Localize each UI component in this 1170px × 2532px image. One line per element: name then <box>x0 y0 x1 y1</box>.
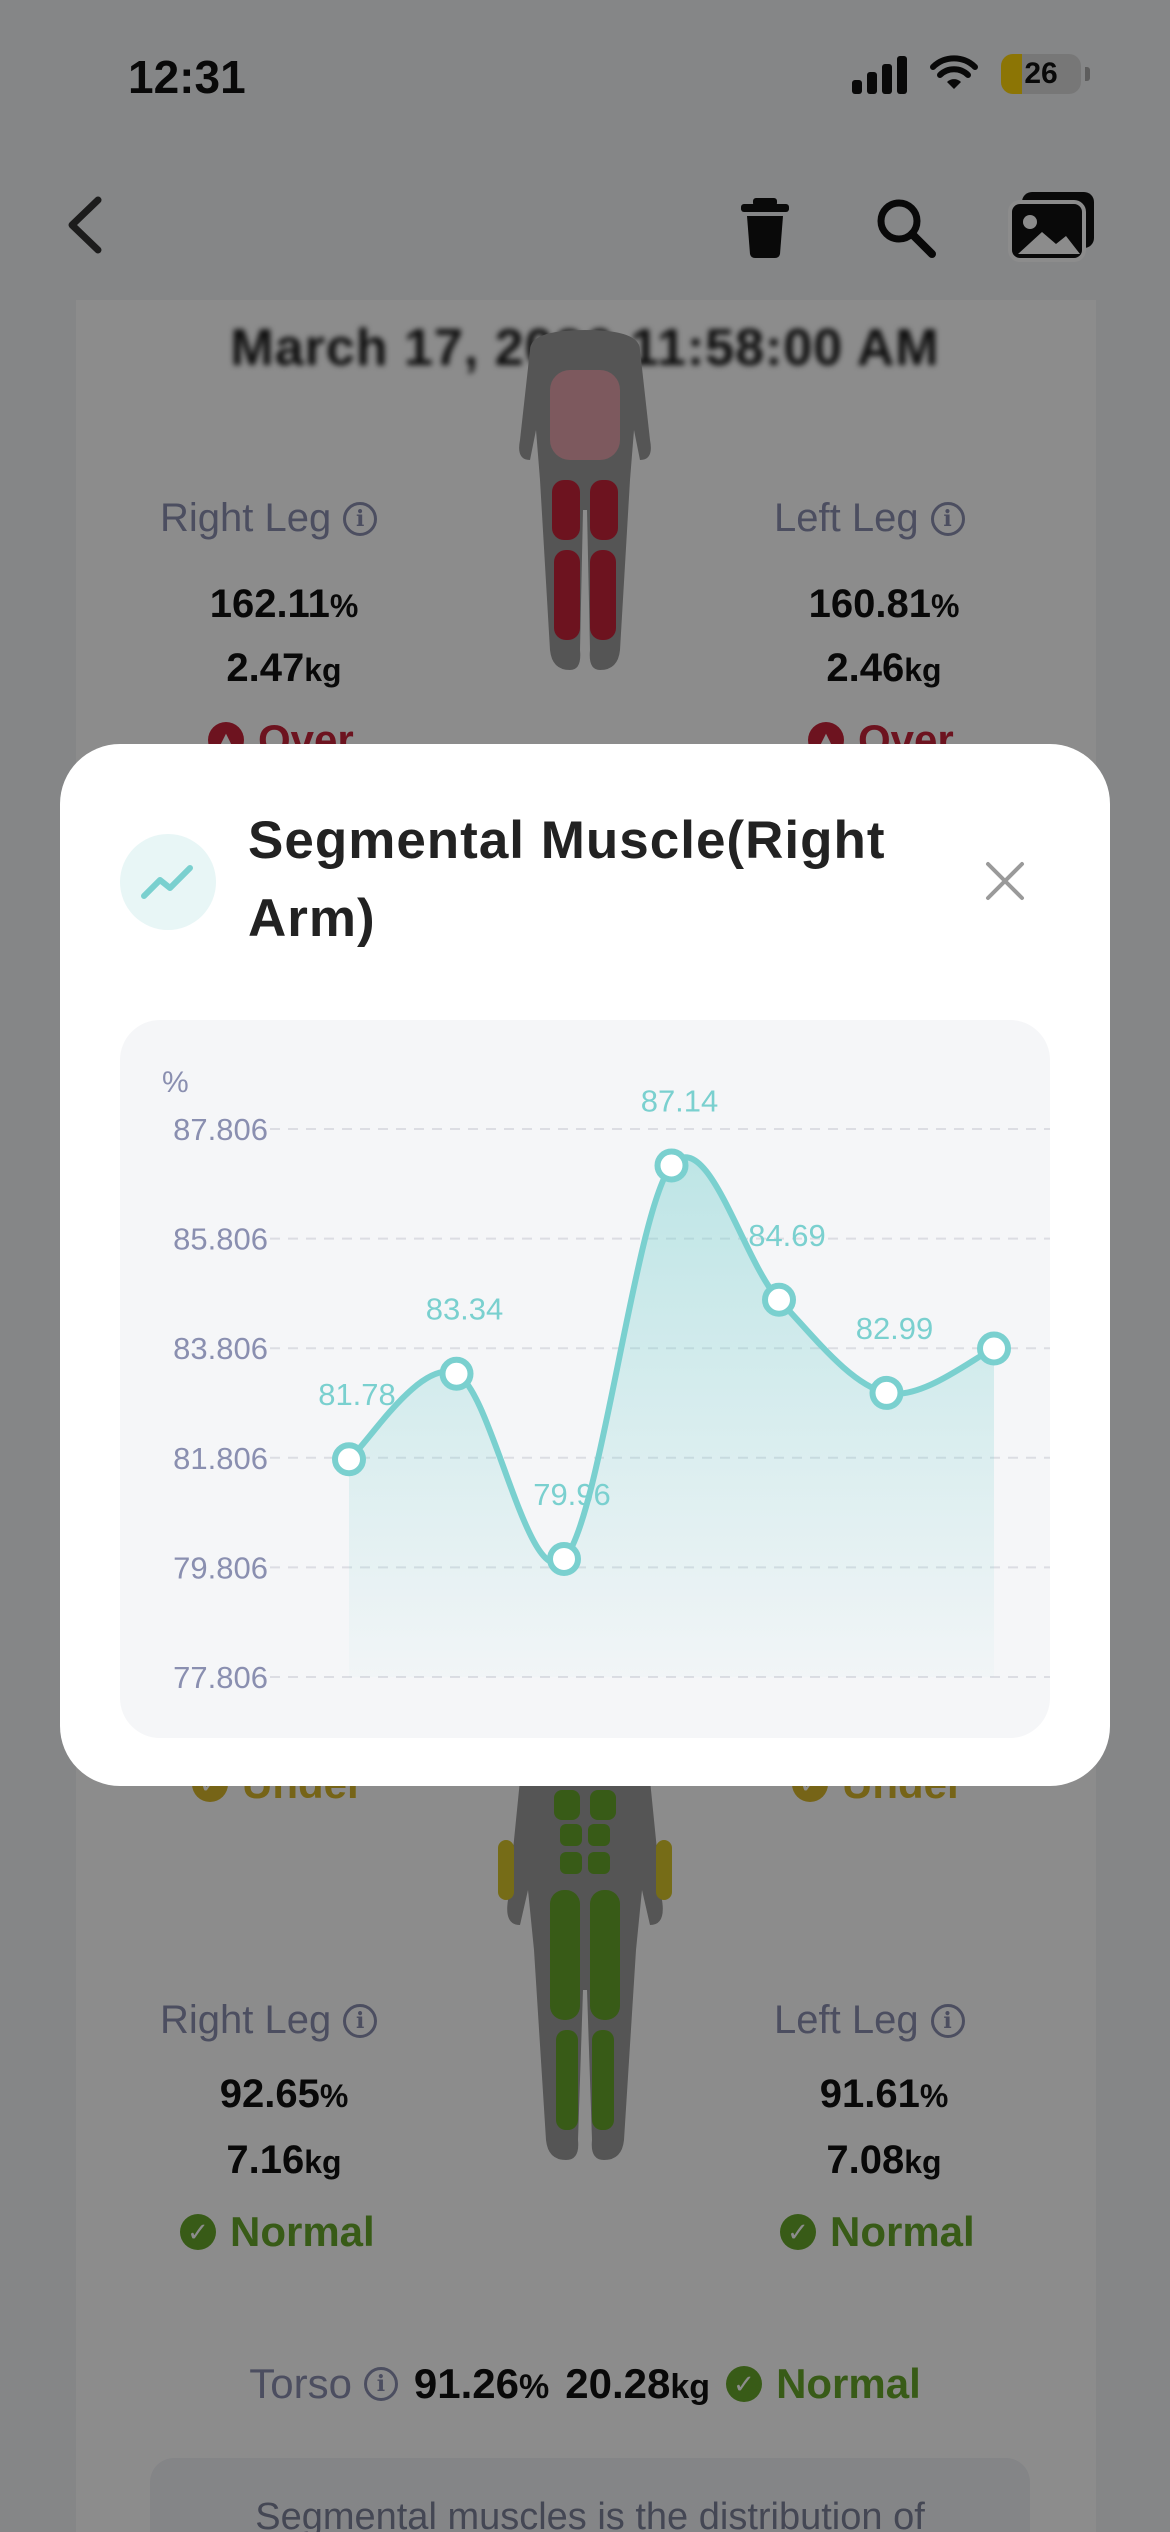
data-point[interactable] <box>977 1331 1011 1366</box>
y-axis-unit: % <box>162 1066 189 1099</box>
y-tick-label: 79.806 <box>173 1550 268 1585</box>
close-icon[interactable] <box>978 854 1032 908</box>
data-label: 87.14 <box>641 1083 719 1118</box>
y-tick-label: 77.806 <box>173 1660 268 1695</box>
y-tick-label: 83.806 <box>173 1331 268 1366</box>
data-point[interactable] <box>547 1541 581 1576</box>
data-point[interactable] <box>654 1148 689 1183</box>
data-label: 82.99 <box>856 1311 934 1346</box>
trend-chart-icon <box>120 834 216 930</box>
y-tick-label: 81.806 <box>173 1441 268 1476</box>
data-label: 79.96 <box>533 1477 611 1512</box>
data-point[interactable] <box>439 1356 474 1391</box>
y-tick-label: 85.806 <box>173 1222 268 1257</box>
data-label: 83.34 <box>426 1292 504 1327</box>
data-label: 81.78 <box>318 1377 396 1412</box>
data-label: 84.69 <box>748 1218 826 1253</box>
data-point[interactable] <box>332 1442 366 1477</box>
y-tick-label: 87.806 <box>173 1112 268 1147</box>
data-point[interactable] <box>762 1282 796 1317</box>
line-chart: % 87.806 85.806 83.806 81.806 79.806 77.806 81… <box>120 1020 1050 1738</box>
segmental-muscle-modal: Segmental Muscle(Right Arm) % 87.806 85.80… <box>60 744 1110 1786</box>
series-area <box>349 1157 994 1677</box>
chart-svg: % 87.806 85.806 83.806 81.806 79.806 77.806 81… <box>162 1066 1050 1695</box>
data-point[interactable] <box>869 1375 904 1410</box>
modal-title: Segmental Muscle(Right Arm) <box>248 811 886 948</box>
